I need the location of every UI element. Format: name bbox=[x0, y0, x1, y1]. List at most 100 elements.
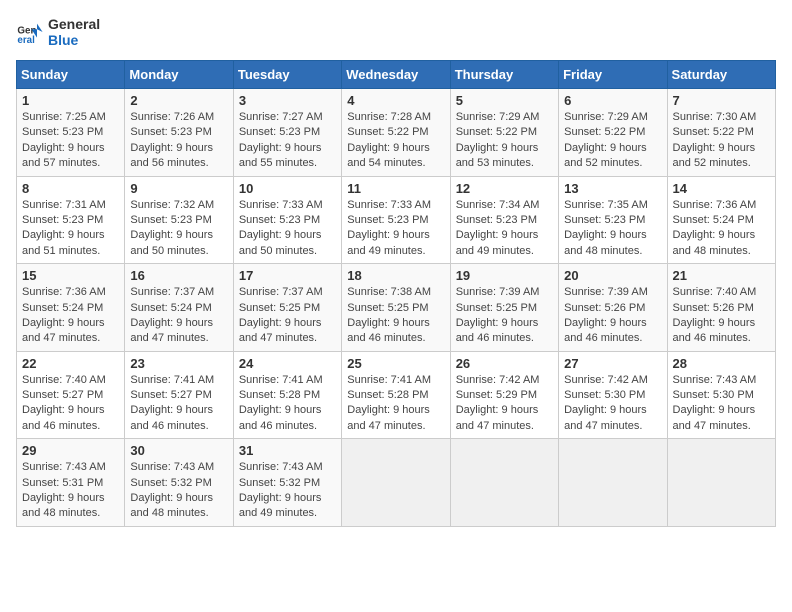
day-detail: Sunrise: 7:33 AM Sunset: 5:23 PM Dayligh… bbox=[239, 198, 336, 260]
week-row-2: 8 Sunrise: 7:31 AM Sunset: 5:23 PM Dayli… bbox=[17, 176, 776, 264]
day-number: 22 bbox=[22, 356, 119, 371]
calendar-cell: 18 Sunrise: 7:38 AM Sunset: 5:25 PM Dayl… bbox=[342, 264, 450, 352]
day-detail: Sunrise: 7:43 AM Sunset: 5:30 PM Dayligh… bbox=[673, 373, 770, 435]
day-number: 17 bbox=[239, 268, 336, 283]
day-detail: Sunrise: 7:43 AM Sunset: 5:32 PM Dayligh… bbox=[130, 460, 227, 522]
calendar-cell: 11 Sunrise: 7:33 AM Sunset: 5:23 PM Dayl… bbox=[342, 176, 450, 264]
day-number: 15 bbox=[22, 268, 119, 283]
day-number: 20 bbox=[564, 268, 661, 283]
calendar-cell: 12 Sunrise: 7:34 AM Sunset: 5:23 PM Dayl… bbox=[450, 176, 558, 264]
calendar-cell bbox=[342, 439, 450, 527]
calendar-cell: 20 Sunrise: 7:39 AM Sunset: 5:26 PM Dayl… bbox=[559, 264, 667, 352]
day-number: 16 bbox=[130, 268, 227, 283]
calendar-cell: 15 Sunrise: 7:36 AM Sunset: 5:24 PM Dayl… bbox=[17, 264, 125, 352]
day-detail: Sunrise: 7:40 AM Sunset: 5:26 PM Dayligh… bbox=[673, 285, 770, 347]
day-detail: Sunrise: 7:42 AM Sunset: 5:30 PM Dayligh… bbox=[564, 373, 661, 435]
day-detail: Sunrise: 7:36 AM Sunset: 5:24 PM Dayligh… bbox=[673, 198, 770, 260]
calendar-cell bbox=[450, 439, 558, 527]
calendar-cell: 9 Sunrise: 7:32 AM Sunset: 5:23 PM Dayli… bbox=[125, 176, 233, 264]
calendar-cell: 31 Sunrise: 7:43 AM Sunset: 5:32 PM Dayl… bbox=[233, 439, 341, 527]
calendar-cell: 24 Sunrise: 7:41 AM Sunset: 5:28 PM Dayl… bbox=[233, 351, 341, 439]
page-header: Gen eral General Blue bbox=[16, 16, 776, 48]
day-number: 31 bbox=[239, 443, 336, 458]
header-wednesday: Wednesday bbox=[342, 61, 450, 89]
calendar-body: 1 Sunrise: 7:25 AM Sunset: 5:23 PM Dayli… bbox=[17, 89, 776, 527]
day-number: 5 bbox=[456, 93, 553, 108]
day-number: 18 bbox=[347, 268, 444, 283]
day-detail: Sunrise: 7:29 AM Sunset: 5:22 PM Dayligh… bbox=[564, 110, 661, 172]
day-detail: Sunrise: 7:30 AM Sunset: 5:22 PM Dayligh… bbox=[673, 110, 770, 172]
day-detail: Sunrise: 7:41 AM Sunset: 5:27 PM Dayligh… bbox=[130, 373, 227, 435]
day-detail: Sunrise: 7:40 AM Sunset: 5:27 PM Dayligh… bbox=[22, 373, 119, 435]
logo: Gen eral General Blue bbox=[16, 16, 100, 48]
day-number: 2 bbox=[130, 93, 227, 108]
calendar-cell: 21 Sunrise: 7:40 AM Sunset: 5:26 PM Dayl… bbox=[667, 264, 775, 352]
week-row-1: 1 Sunrise: 7:25 AM Sunset: 5:23 PM Dayli… bbox=[17, 89, 776, 177]
day-number: 12 bbox=[456, 181, 553, 196]
calendar-cell bbox=[559, 439, 667, 527]
header-sunday: Sunday bbox=[17, 61, 125, 89]
day-detail: Sunrise: 7:26 AM Sunset: 5:23 PM Dayligh… bbox=[130, 110, 227, 172]
day-number: 7 bbox=[673, 93, 770, 108]
day-number: 4 bbox=[347, 93, 444, 108]
calendar-cell: 23 Sunrise: 7:41 AM Sunset: 5:27 PM Dayl… bbox=[125, 351, 233, 439]
day-number: 30 bbox=[130, 443, 227, 458]
day-detail: Sunrise: 7:31 AM Sunset: 5:23 PM Dayligh… bbox=[22, 198, 119, 260]
day-number: 14 bbox=[673, 181, 770, 196]
calendar-cell: 2 Sunrise: 7:26 AM Sunset: 5:23 PM Dayli… bbox=[125, 89, 233, 177]
day-number: 28 bbox=[673, 356, 770, 371]
calendar-cell: 5 Sunrise: 7:29 AM Sunset: 5:22 PM Dayli… bbox=[450, 89, 558, 177]
calendar-cell: 17 Sunrise: 7:37 AM Sunset: 5:25 PM Dayl… bbox=[233, 264, 341, 352]
calendar-table: SundayMondayTuesdayWednesdayThursdayFrid… bbox=[16, 60, 776, 527]
calendar-cell bbox=[667, 439, 775, 527]
day-number: 8 bbox=[22, 181, 119, 196]
day-number: 25 bbox=[347, 356, 444, 371]
day-number: 21 bbox=[673, 268, 770, 283]
day-detail: Sunrise: 7:43 AM Sunset: 5:32 PM Dayligh… bbox=[239, 460, 336, 522]
day-detail: Sunrise: 7:43 AM Sunset: 5:31 PM Dayligh… bbox=[22, 460, 119, 522]
logo-text-line1: General bbox=[48, 16, 100, 32]
day-number: 23 bbox=[130, 356, 227, 371]
calendar-header-row: SundayMondayTuesdayWednesdayThursdayFrid… bbox=[17, 61, 776, 89]
day-detail: Sunrise: 7:41 AM Sunset: 5:28 PM Dayligh… bbox=[239, 373, 336, 435]
day-detail: Sunrise: 7:41 AM Sunset: 5:28 PM Dayligh… bbox=[347, 373, 444, 435]
day-number: 24 bbox=[239, 356, 336, 371]
day-number: 3 bbox=[239, 93, 336, 108]
week-row-4: 22 Sunrise: 7:40 AM Sunset: 5:27 PM Dayl… bbox=[17, 351, 776, 439]
calendar-cell: 1 Sunrise: 7:25 AM Sunset: 5:23 PM Dayli… bbox=[17, 89, 125, 177]
week-row-5: 29 Sunrise: 7:43 AM Sunset: 5:31 PM Dayl… bbox=[17, 439, 776, 527]
calendar-cell: 30 Sunrise: 7:43 AM Sunset: 5:32 PM Dayl… bbox=[125, 439, 233, 527]
calendar-cell: 7 Sunrise: 7:30 AM Sunset: 5:22 PM Dayli… bbox=[667, 89, 775, 177]
logo-icon: Gen eral bbox=[16, 18, 44, 46]
header-monday: Monday bbox=[125, 61, 233, 89]
day-number: 10 bbox=[239, 181, 336, 196]
day-detail: Sunrise: 7:27 AM Sunset: 5:23 PM Dayligh… bbox=[239, 110, 336, 172]
calendar-cell: 26 Sunrise: 7:42 AM Sunset: 5:29 PM Dayl… bbox=[450, 351, 558, 439]
header-friday: Friday bbox=[559, 61, 667, 89]
day-number: 27 bbox=[564, 356, 661, 371]
day-detail: Sunrise: 7:34 AM Sunset: 5:23 PM Dayligh… bbox=[456, 198, 553, 260]
calendar-cell: 10 Sunrise: 7:33 AM Sunset: 5:23 PM Dayl… bbox=[233, 176, 341, 264]
week-row-3: 15 Sunrise: 7:36 AM Sunset: 5:24 PM Dayl… bbox=[17, 264, 776, 352]
header-thursday: Thursday bbox=[450, 61, 558, 89]
day-detail: Sunrise: 7:37 AM Sunset: 5:24 PM Dayligh… bbox=[130, 285, 227, 347]
calendar-cell: 3 Sunrise: 7:27 AM Sunset: 5:23 PM Dayli… bbox=[233, 89, 341, 177]
calendar-cell: 27 Sunrise: 7:42 AM Sunset: 5:30 PM Dayl… bbox=[559, 351, 667, 439]
day-detail: Sunrise: 7:28 AM Sunset: 5:22 PM Dayligh… bbox=[347, 110, 444, 172]
day-detail: Sunrise: 7:33 AM Sunset: 5:23 PM Dayligh… bbox=[347, 198, 444, 260]
day-detail: Sunrise: 7:32 AM Sunset: 5:23 PM Dayligh… bbox=[130, 198, 227, 260]
day-detail: Sunrise: 7:38 AM Sunset: 5:25 PM Dayligh… bbox=[347, 285, 444, 347]
calendar-cell: 4 Sunrise: 7:28 AM Sunset: 5:22 PM Dayli… bbox=[342, 89, 450, 177]
header-tuesday: Tuesday bbox=[233, 61, 341, 89]
calendar-cell: 19 Sunrise: 7:39 AM Sunset: 5:25 PM Dayl… bbox=[450, 264, 558, 352]
svg-text:eral: eral bbox=[17, 35, 35, 46]
day-number: 26 bbox=[456, 356, 553, 371]
calendar-cell: 13 Sunrise: 7:35 AM Sunset: 5:23 PM Dayl… bbox=[559, 176, 667, 264]
calendar-cell: 6 Sunrise: 7:29 AM Sunset: 5:22 PM Dayli… bbox=[559, 89, 667, 177]
calendar-cell: 22 Sunrise: 7:40 AM Sunset: 5:27 PM Dayl… bbox=[17, 351, 125, 439]
calendar-cell: 29 Sunrise: 7:43 AM Sunset: 5:31 PM Dayl… bbox=[17, 439, 125, 527]
day-detail: Sunrise: 7:35 AM Sunset: 5:23 PM Dayligh… bbox=[564, 198, 661, 260]
day-detail: Sunrise: 7:39 AM Sunset: 5:26 PM Dayligh… bbox=[564, 285, 661, 347]
calendar-cell: 25 Sunrise: 7:41 AM Sunset: 5:28 PM Dayl… bbox=[342, 351, 450, 439]
calendar-cell: 14 Sunrise: 7:36 AM Sunset: 5:24 PM Dayl… bbox=[667, 176, 775, 264]
